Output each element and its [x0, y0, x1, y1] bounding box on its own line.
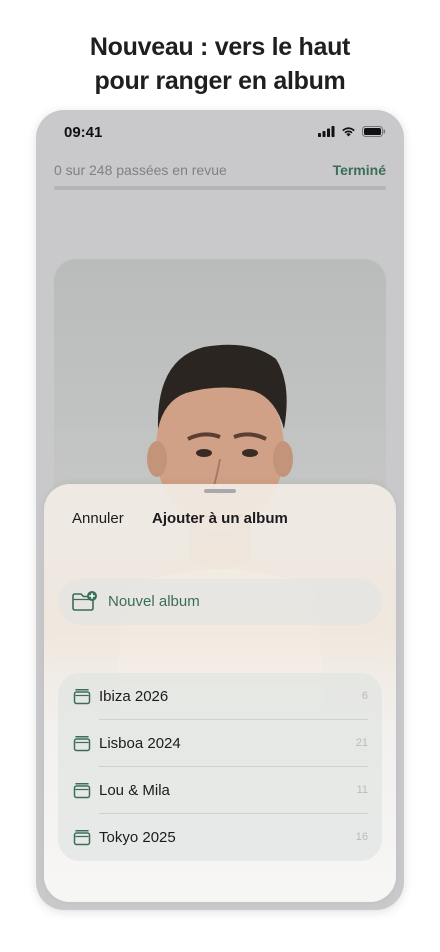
new-album-button[interactable]: Nouvel album	[58, 579, 382, 625]
new-album-label: Nouvel album	[108, 593, 200, 610]
review-header: 0 sur 248 passées en revue Terminé	[54, 162, 386, 184]
stack-icon	[73, 783, 91, 799]
stack-icon	[73, 830, 91, 846]
album-count: 11	[356, 784, 368, 796]
signal-icon	[318, 126, 335, 137]
cancel-button[interactable]: Annuler	[72, 510, 124, 527]
album-name: Lisboa 2024	[99, 735, 181, 752]
folder-add-icon	[72, 591, 97, 611]
album-row-lou-mila[interactable]: Lou & Mila 11	[58, 767, 382, 814]
headline-line-2: pour ranger en album	[94, 67, 346, 95]
album-name: Lou & Mila	[99, 782, 170, 799]
stack-icon	[73, 736, 91, 752]
review-progress-bar	[54, 186, 386, 190]
album-count: 21	[355, 737, 368, 749]
sheet-grabber[interactable]	[204, 489, 236, 493]
battery-icon	[362, 126, 386, 137]
add-to-album-sheet: Annuler Ajouter à un album Nouvel album …	[44, 484, 396, 902]
album-count: 6	[361, 690, 368, 702]
album-name: Ibiza 2026	[99, 688, 169, 705]
phone-screen: 09:41 0 sur 248 passées en revue Terminé	[36, 110, 404, 910]
album-row-ibiza-2026[interactable]: Ibiza 2026 6	[58, 673, 382, 720]
wifi-icon	[342, 127, 355, 137]
album-list: Ibiza 2026 6 Lisboa 2024 21 Lou & Mila 1…	[58, 673, 382, 861]
sheet-title: Ajouter à un album	[152, 510, 288, 527]
status-bar: 09:41	[36, 110, 404, 158]
album-row-lisboa-2024[interactable]: Lisboa 2024 21	[58, 720, 382, 767]
album-name: Tokyo 2025	[99, 829, 176, 846]
promo-headline: Nouveau : vers le haut pour ranger en al…	[0, 30, 440, 98]
status-time: 09:41	[64, 124, 103, 141]
status-icons	[318, 126, 386, 137]
stack-icon	[73, 689, 91, 705]
headline-line-1: Nouveau : vers le haut	[89, 33, 351, 61]
done-button[interactable]: Terminé	[333, 162, 386, 178]
album-row-tokyo-2025[interactable]: Tokyo 2025 16	[58, 814, 382, 861]
album-count: 16	[355, 831, 368, 843]
review-progress-text: 0 sur 248 passées en revue	[54, 162, 227, 178]
